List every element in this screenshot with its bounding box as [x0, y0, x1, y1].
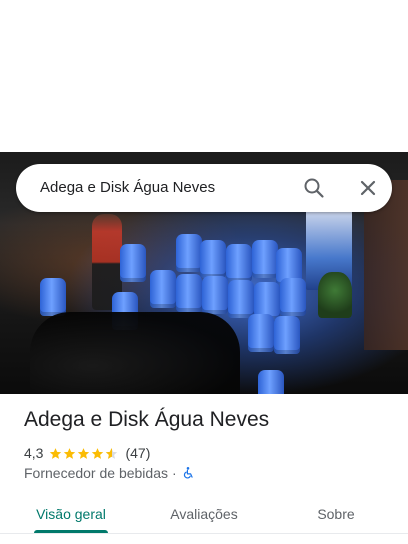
- photo-bottle: [150, 270, 176, 308]
- review-count[interactable]: (47): [125, 445, 150, 461]
- photo-bottle: [274, 316, 300, 354]
- star-icon: [50, 447, 62, 459]
- photo-bottle: [202, 276, 228, 314]
- rating-value: 4,3: [24, 445, 44, 461]
- half-star-icon: [106, 447, 118, 459]
- photo-bottle: [248, 314, 274, 352]
- close-icon[interactable]: [356, 176, 380, 200]
- photo-bottle: [40, 278, 66, 316]
- star-icon: [78, 447, 90, 459]
- photo-motorcycle: [30, 312, 240, 394]
- place-title: Adega e Disk Água Neves: [24, 408, 270, 431]
- photo-bottle: [120, 244, 146, 282]
- photo-bottle: [258, 370, 284, 394]
- tab-overview[interactable]: Visão geral: [34, 496, 108, 532]
- photo-bottle: [252, 240, 278, 278]
- rating-row[interactable]: 4,3 (47): [24, 444, 150, 462]
- photo-bottle: [200, 240, 226, 278]
- place-tabs: Visão geral Avaliações Sobre: [0, 496, 408, 544]
- search-bar[interactable]: Adega e Disk Água Neves: [16, 164, 392, 212]
- photo-bottle: [280, 278, 306, 316]
- separator-dot: ·: [172, 465, 177, 481]
- photo-bottle: [228, 280, 254, 318]
- category-row: Fornecedor de bebidas ·: [24, 464, 195, 482]
- rating-stars: [49, 447, 119, 460]
- star-icon: [64, 447, 76, 459]
- search-icon[interactable]: [302, 176, 326, 200]
- photo-bottle: [176, 274, 202, 312]
- star-icon: [92, 447, 104, 459]
- search-input[interactable]: Adega e Disk Água Neves: [40, 164, 215, 212]
- wheelchair-icon: [183, 467, 193, 479]
- place-category: Fornecedor de bebidas: [24, 465, 168, 481]
- photo-bottle: [226, 244, 252, 282]
- photo-bottle: [176, 234, 202, 272]
- photo-plant: [318, 272, 352, 318]
- tabs-divider: [0, 533, 408, 534]
- top-blank-area: [0, 0, 408, 152]
- tab-reviews[interactable]: Avaliações: [158, 496, 250, 532]
- tab-about[interactable]: Sobre: [306, 496, 366, 532]
